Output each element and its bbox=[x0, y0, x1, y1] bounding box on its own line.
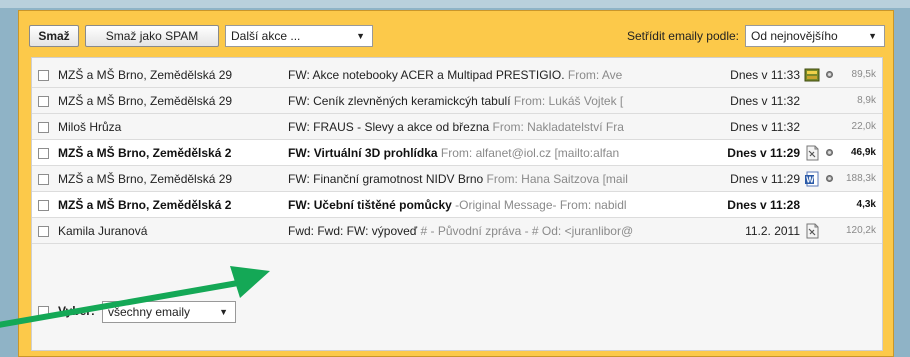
email-size: 8,9k bbox=[857, 95, 876, 106]
delete-as-spam-button[interactable]: Smaž jako SPAM bbox=[85, 25, 219, 47]
email-subject-link[interactable]: FW: FRAUS - Slevy a akce od března From:… bbox=[288, 120, 683, 134]
email-size: 22,0k bbox=[851, 121, 876, 132]
email-size: 46,9k bbox=[850, 147, 876, 158]
email-preview: From: alfanet@iol.cz [mailto:alfan bbox=[437, 146, 620, 160]
email-subject: FW: Finanční gramotnost NIDV Brno bbox=[288, 172, 484, 186]
sort-value: Od nejnovějšího bbox=[751, 29, 838, 43]
email-size: 188,3k bbox=[845, 173, 876, 184]
email-checkbox[interactable] bbox=[38, 70, 49, 81]
email-row[interactable]: MZŠ a MŠ Brno, Zemědělská 29 FW: Ceník zl… bbox=[32, 88, 882, 114]
file-attachment-icon[interactable] bbox=[804, 223, 820, 239]
select-filter-select[interactable]: všechny emaily ▼ bbox=[102, 301, 236, 323]
email-preview: # - Původní zpráva - # Od: <juranlibor@ bbox=[417, 224, 634, 238]
email-row[interactable]: Miloš Hrůza FW: FRAUS - Slevy a akce od b… bbox=[32, 114, 882, 140]
email-size: 4,3k bbox=[856, 199, 876, 210]
email-date: Dnes v 11:32 bbox=[730, 120, 800, 134]
svg-text:W: W bbox=[806, 176, 814, 185]
mail-toolbar: Smaž Smaž jako SPAM Další akce ... ▼ Set… bbox=[29, 25, 885, 47]
email-sender: MZŠ a MŠ Brno, Zemědělská 29 bbox=[58, 172, 233, 186]
list-footer: Vyber: všechny emaily ▼ bbox=[38, 301, 338, 323]
email-sender: Miloš Hrůza bbox=[58, 120, 122, 134]
email-date: Dnes v 11:33 bbox=[730, 68, 800, 82]
select-all-checkbox[interactable] bbox=[38, 306, 49, 317]
email-subject: FW: Učební tištěné pomůcky bbox=[288, 198, 452, 212]
chevron-down-icon: ▼ bbox=[868, 31, 877, 41]
sort-select[interactable]: Od nejnovějšího ▼ bbox=[745, 25, 885, 47]
more-actions-value: Další akce ... bbox=[231, 29, 301, 43]
email-subject-link[interactable]: Fwd: Fwd: FW: výpoveď # - Původní zpráva… bbox=[288, 224, 683, 238]
email-checkbox[interactable] bbox=[38, 148, 49, 159]
email-size: 89,5k bbox=[851, 69, 876, 80]
email-checkbox[interactable] bbox=[38, 174, 49, 185]
email-subject: Fwd: Fwd: FW: výpoveď bbox=[288, 224, 418, 238]
sort-label: Setřídit emaily podle: bbox=[626, 29, 739, 43]
mail-panel: Smaž Smaž jako SPAM Další akce ... ▼ Set… bbox=[18, 10, 894, 357]
email-subject-link[interactable]: FW: Ceník zlevněných keramickcýh tabulí … bbox=[288, 94, 683, 108]
email-checkbox[interactable] bbox=[38, 122, 49, 133]
status-dot-icon bbox=[826, 175, 833, 182]
email-preview: From: Hana Saitzova [mail bbox=[483, 172, 628, 186]
email-date: Dnes v 11:32 bbox=[730, 94, 800, 108]
email-date: Dnes v 11:29 bbox=[730, 172, 800, 186]
chevron-down-icon: ▼ bbox=[356, 31, 365, 41]
email-date: Dnes v 11:28 bbox=[727, 198, 800, 212]
email-sender: MZŠ a MŠ Brno, Zemědělská 2 bbox=[58, 198, 232, 212]
window-top-bar bbox=[0, 0, 910, 8]
email-row[interactable]: MZŠ a MŠ Brno, Zemědělská 2 FW: Virtuální… bbox=[32, 140, 882, 166]
email-row[interactable]: Kamila Juranová Fwd: Fwd: FW: výpoveď # -… bbox=[32, 218, 882, 244]
status-dot-icon bbox=[826, 71, 833, 78]
email-subject: FW: FRAUS - Slevy a akce od března bbox=[288, 120, 490, 134]
email-checkbox[interactable] bbox=[38, 226, 49, 237]
delete-button[interactable]: Smaž bbox=[29, 25, 79, 47]
file-attachment-icon[interactable] bbox=[804, 145, 820, 161]
email-preview: From: Nakladatelství Fra bbox=[489, 120, 624, 134]
email-date: 11.2. 2011 bbox=[745, 224, 800, 238]
email-sender: Kamila Juranová bbox=[58, 224, 148, 238]
email-checkbox[interactable] bbox=[38, 200, 49, 211]
email-sender: MZŠ a MŠ Brno, Zemědělská 29 bbox=[58, 68, 233, 82]
word-attachment-icon[interactable]: W bbox=[804, 171, 820, 187]
email-subject: FW: Virtuální 3D prohlídka bbox=[288, 146, 438, 160]
email-subject: FW: Akce notebooky ACER a Multipad PREST… bbox=[288, 68, 565, 82]
zip-attachment-icon[interactable] bbox=[804, 67, 820, 83]
email-subject-link[interactable]: FW: Virtuální 3D prohlídka From: alfanet… bbox=[288, 146, 683, 160]
email-preview: From: Ave bbox=[564, 68, 623, 82]
email-preview: From: Lukáš Vojtek [ bbox=[510, 94, 624, 108]
email-sender: MZŠ a MŠ Brno, Zemědělská 2 bbox=[58, 146, 232, 160]
email-subject-link[interactable]: FW: Akce notebooky ACER a Multipad PREST… bbox=[288, 68, 683, 82]
select-filter-value: všechny emaily bbox=[108, 305, 191, 319]
chevron-down-icon: ▼ bbox=[219, 307, 228, 317]
email-row[interactable]: MZŠ a MŠ Brno, Zemědělská 29 FW: Finanční… bbox=[32, 166, 882, 192]
email-preview: -Original Message- From: nabidl bbox=[451, 198, 627, 212]
email-checkbox[interactable] bbox=[38, 96, 49, 107]
email-sender: MZŠ a MŠ Brno, Zemědělská 29 bbox=[58, 94, 233, 108]
select-label: Vyber: bbox=[58, 304, 95, 318]
email-subject: FW: Ceník zlevněných keramickcýh tabulí bbox=[288, 94, 511, 108]
status-dot-icon bbox=[826, 149, 833, 156]
email-row[interactable]: MZŠ a MŠ Brno, Zemědělská 29 FW: Akce not… bbox=[32, 62, 882, 88]
email-list: MZŠ a MŠ Brno, Zemědělská 29 FW: Akce not… bbox=[31, 57, 883, 351]
more-actions-select[interactable]: Další akce ... ▼ bbox=[225, 25, 373, 47]
email-date: Dnes v 11:29 bbox=[727, 146, 800, 160]
email-size: 120,2k bbox=[845, 225, 876, 236]
email-subject-link[interactable]: FW: Učební tištěné pomůcky -Original Mes… bbox=[288, 198, 683, 212]
email-row[interactable]: MZŠ a MŠ Brno, Zemědělská 2 FW: Učební ti… bbox=[32, 192, 882, 218]
email-subject-link[interactable]: FW: Finanční gramotnost NIDV Brno From: … bbox=[288, 172, 683, 186]
